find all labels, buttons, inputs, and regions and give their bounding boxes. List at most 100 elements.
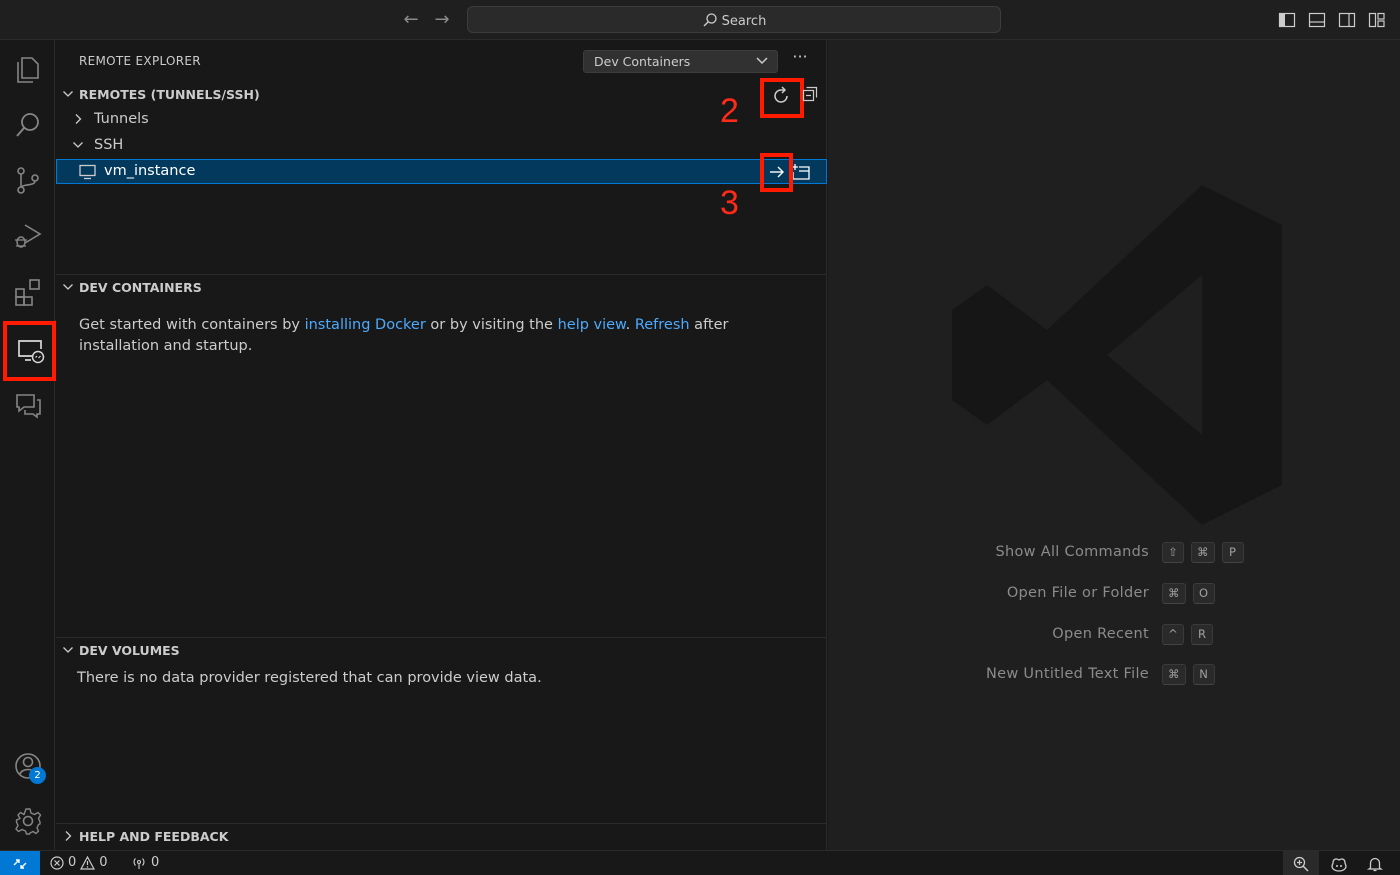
status-bar: 0 0 0: [0, 850, 1400, 875]
installing-docker-link[interactable]: installing Docker: [305, 317, 426, 333]
keybinding: ^ R: [1162, 624, 1213, 645]
cmd-open-recent[interactable]: Open Recent ^ R: [828, 624, 1400, 646]
warning-icon: [80, 855, 96, 870]
key-cap: ⌘: [1162, 664, 1186, 685]
source-control-icon: [16, 167, 39, 194]
keybinding: ⌘ N: [1162, 664, 1215, 685]
activity-run-debug[interactable]: [0, 210, 55, 260]
tree-item-vm-instance[interactable]: vm_instance: [56, 159, 827, 184]
customize-layout-icon[interactable]: [1368, 11, 1386, 29]
annotation-box-connect: [760, 153, 793, 192]
annotation-step-3: 3: [720, 184, 739, 222]
monitor-icon: [79, 164, 97, 184]
key-cap: P: [1221, 542, 1244, 563]
cmd-label: New Untitled Text File: [986, 666, 1149, 682]
section-divider: [56, 637, 827, 638]
error-icon: [50, 855, 64, 870]
remote-indicator-icon: [13, 858, 27, 869]
key-cap: R: [1191, 624, 1213, 645]
copilot-button[interactable]: [1321, 851, 1357, 875]
dev-containers-message: Get started with containers by installin…: [79, 315, 799, 357]
connect-in-new-window-icon[interactable]: [791, 163, 811, 185]
back-arrow-icon[interactable]: ←: [400, 10, 422, 30]
activity-chat[interactable]: [0, 380, 55, 430]
activity-extensions[interactable]: [0, 267, 55, 317]
remote-type-dropdown[interactable]: Dev Containers: [583, 50, 778, 73]
section-divider: [56, 823, 827, 824]
message-text: or by visiting the: [425, 317, 558, 333]
activity-accounts[interactable]: 2: [0, 741, 55, 791]
activity-explorer[interactable]: [0, 44, 55, 94]
copilot-icon: [1331, 857, 1347, 872]
vscode-logo-icon: [952, 185, 1287, 529]
activity-manage[interactable]: [0, 796, 55, 846]
cmd-show-all-commands[interactable]: Show All Commands ⇧ ⌘ P: [828, 542, 1400, 564]
section-help-feedback-header[interactable]: HELP AND FEEDBACK: [56, 826, 827, 848]
ports-count: 0: [151, 855, 160, 870]
remote-explorer-icon: [17, 340, 44, 364]
search-icon: [15, 113, 39, 137]
activity-bar: 2: [0, 40, 56, 850]
tree-item-ssh-label: SSH: [94, 137, 124, 153]
chevron-right-icon: [72, 113, 84, 129]
cmd-new-untitled-text-file[interactable]: New Untitled Text File ⌘ N: [828, 664, 1400, 686]
explorer-icon: [16, 57, 39, 83]
accounts-badge: 2: [29, 767, 46, 784]
editor-area: Show All Commands ⇧ ⌘ P Open File or Fol…: [828, 40, 1400, 850]
activity-search[interactable]: [0, 100, 55, 150]
activity-source-control[interactable]: [0, 155, 55, 205]
section-remotes-label: REMOTES (TUNNELS/SSH): [79, 87, 260, 102]
message-text: .: [625, 317, 635, 333]
chevron-down-icon: [62, 281, 74, 296]
remote-explorer-sidebar: REMOTE EXPLORER Dev Containers ··· REMOT…: [56, 40, 827, 850]
collapse-all-icon[interactable]: [802, 86, 818, 106]
help-view-link[interactable]: help view: [558, 317, 626, 333]
cmd-open-file-or-folder[interactable]: Open File or Folder ⌘ O: [828, 583, 1400, 605]
chevron-right-icon: [62, 830, 74, 845]
activity-remote-explorer[interactable]: [3, 321, 56, 381]
forward-arrow-icon[interactable]: →: [431, 10, 453, 30]
key-cap: ⌘: [1162, 583, 1186, 604]
cmd-label: Show All Commands: [995, 544, 1149, 560]
title-bar: ← → Search: [0, 0, 1400, 40]
tree-item-vm-instance-label: vm_instance: [104, 163, 196, 179]
key-cap: N: [1192, 664, 1215, 685]
zoom-button[interactable]: [1283, 851, 1319, 875]
key-cap: O: [1192, 583, 1215, 604]
search-label: Search: [721, 14, 767, 29]
sidebar-title: REMOTE EXPLORER: [79, 54, 201, 68]
tree-item-tunnels-label: Tunnels: [94, 111, 149, 127]
keybinding: ⌘ O: [1162, 583, 1215, 604]
chat-icon: [15, 394, 41, 419]
notifications-button[interactable]: [1357, 851, 1393, 875]
refresh-link[interactable]: Refresh: [635, 317, 690, 333]
extensions-icon: [14, 279, 40, 306]
warning-count: 0: [99, 855, 108, 870]
command-center-search[interactable]: Search: [467, 6, 1001, 33]
remote-indicator-button[interactable]: [0, 851, 40, 875]
section-divider: [56, 274, 827, 275]
cmd-label: Open Recent: [1052, 626, 1149, 642]
section-dev-containers-header[interactable]: DEV CONTAINERS: [56, 277, 827, 299]
chevron-down-icon: [72, 139, 84, 155]
broadcast-icon: [133, 857, 145, 869]
problems-indicator[interactable]: 0 0: [50, 855, 108, 870]
search-icon: [703, 13, 717, 27]
zoom-in-icon: [1293, 856, 1309, 872]
keybinding: ⇧ ⌘ P: [1162, 542, 1244, 563]
toggle-primary-sidebar-icon[interactable]: [1278, 11, 1296, 29]
toggle-secondary-sidebar-icon[interactable]: [1338, 11, 1356, 29]
tree-item-ssh[interactable]: SSH: [56, 134, 827, 158]
run-debug-icon: [14, 224, 42, 248]
tree-item-tunnels[interactable]: Tunnels: [56, 108, 827, 132]
section-dev-volumes-header[interactable]: DEV VOLUMES: [56, 640, 827, 662]
section-dev-containers-label: DEV CONTAINERS: [79, 280, 202, 295]
message-text: Get started with containers by: [79, 317, 305, 333]
key-cap: ⌘: [1191, 542, 1215, 563]
gear-icon: [14, 808, 41, 835]
bell-icon: [1367, 857, 1383, 871]
ports-indicator[interactable]: 0: [131, 855, 159, 870]
toggle-panel-icon[interactable]: [1308, 11, 1326, 29]
section-remotes-header[interactable]: REMOTES (TUNNELS/SSH): [56, 84, 827, 106]
more-actions-icon[interactable]: ···: [790, 49, 810, 70]
